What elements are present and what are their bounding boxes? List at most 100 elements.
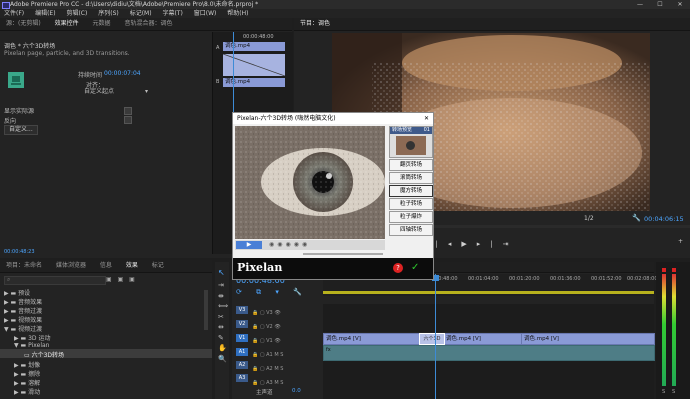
wrench-icon[interactable]: 🔧	[632, 214, 641, 222]
timeline-tool-icons[interactable]: ⟳ ⧉ ▾ 🔧	[236, 288, 316, 297]
show-sources-checkbox[interactable]	[124, 107, 132, 115]
selection-tool-icon[interactable]: ↖	[218, 268, 225, 278]
track-toggle-icons[interactable]: 🔒 ▢ V3 👁 🔒 ▢ V2 👁 🔒 ▢ V1 👁 🔒 ▢ A1 M S 🔒 ▢ A2…	[252, 306, 322, 390]
effects-search-input[interactable]: ⌕	[4, 276, 106, 285]
close-button[interactable]: ✕	[670, 0, 690, 9]
reverse-checkbox[interactable]	[124, 116, 132, 124]
tab-effects[interactable]: 效果	[126, 262, 138, 269]
effect-controls-tabs: 源：(无剪辑) 效果控件 元数据 音轨混合器：调色	[0, 18, 292, 31]
work-area-bar[interactable]	[323, 291, 654, 294]
menu-clip[interactable]: 剪辑(C)	[66, 10, 87, 17]
meter-clip-right	[672, 268, 676, 272]
help-button[interactable]: ?	[393, 263, 403, 273]
add-button-icon[interactable]: +	[678, 238, 683, 245]
tools-panel: ↖ ⇥ ⇼ ⟺ ✂ ⇹ ✎ ✋ 🔍	[215, 262, 229, 399]
ruler-tick: 00:02:08:00	[627, 276, 658, 282]
duration-value[interactable]: 00:00:07:04	[104, 70, 141, 77]
tree-item-slide[interactable]: ▶ ▬ 滑动	[14, 387, 40, 396]
window-title: Adobe Premiere Pro CC - d:\Users\didiu\文…	[10, 1, 259, 8]
meter-solo-right[interactable]: S	[672, 389, 675, 395]
tree-item-pixelan[interactable]: ▼ ▬ Pixelan	[14, 342, 49, 349]
tab-info[interactable]: 信息	[100, 262, 112, 269]
video-clip[interactable]: 调色.mp4 [V]	[521, 333, 655, 345]
step-back-icon[interactable]: |◂	[436, 240, 462, 248]
a2-target[interactable]: A2	[236, 361, 248, 369]
audio-clip[interactable]: fx	[323, 345, 655, 361]
tool-icons[interactable]: ⇥ ⇼ ⟺ ✂ ⇹ ✎ ✋ 🔍	[218, 280, 228, 364]
maximize-button[interactable]: ☐	[650, 0, 670, 9]
tree-item-audio-effects[interactable]: ▶ ▬ 音频效果	[4, 297, 42, 306]
v1-target[interactable]: V1	[236, 334, 248, 342]
effect-button-particle-explode[interactable]: 粒子爆炸	[389, 211, 433, 223]
tree-item-video-transitions[interactable]: ▼ ▬ 视频过渡	[4, 324, 42, 333]
tab-audio-mixer[interactable]: 音轨混合器：调色	[124, 20, 172, 27]
menu-title[interactable]: 字幕(T)	[162, 10, 182, 17]
tab-markers[interactable]: 标记	[152, 262, 164, 269]
project-panel: 项目：未命名 媒体浏览器 信息 效果 标记 ⌕ ▣ ▣ ▣ ▶ ▬ 预设 ▶ ▬…	[0, 260, 212, 399]
effect-button-particle[interactable]: 粒子转场	[389, 198, 433, 210]
timeline-playhead[interactable]	[435, 274, 436, 399]
duration-label: 持续时间	[78, 72, 103, 79]
tree-item-dissolve[interactable]: ▶ ▬ 溶解	[14, 378, 40, 387]
tab-program[interactable]: 节目：调色	[300, 20, 330, 27]
tab-source[interactable]: 源：(无剪辑)	[6, 20, 41, 27]
v2-target[interactable]: V2	[236, 320, 248, 328]
tab-project[interactable]: 项目：未命名	[6, 262, 42, 269]
ruler-tick: 00:01:36:00	[550, 276, 581, 282]
tree-item-presets[interactable]: ▶ ▬ 预设	[4, 288, 30, 297]
minimize-button[interactable]: —	[630, 0, 650, 9]
tree-item-six-3d[interactable]: ▭ 六个3D转场	[24, 350, 64, 359]
transition-block[interactable]: 六个3D	[419, 333, 445, 345]
master-track-value[interactable]: 0.0	[292, 388, 301, 394]
tree-item-audio-transitions[interactable]: ▶ ▬ 音频过渡	[4, 306, 42, 315]
tab-media-browser[interactable]: 媒体浏览器	[56, 262, 86, 269]
tab-effect-controls[interactable]: 效果控件	[55, 20, 79, 27]
eye-preview	[235, 126, 385, 239]
effect-button-roll[interactable]: 滚筒转场	[389, 172, 433, 184]
title-bar: Adobe Premiere Pro CC - d:\Users\didiu\文…	[0, 0, 690, 9]
play-button[interactable]: ▶	[461, 240, 476, 248]
ec-bottom-timecode: 00:00:48:23	[4, 249, 35, 255]
transition-preview-icon[interactable]	[8, 72, 24, 88]
menu-help[interactable]: 帮助(H)	[227, 10, 248, 17]
preset-thumbnail[interactable]: 转场预览 01	[389, 126, 433, 158]
project-tabs: 项目：未命名 媒体浏览器 信息 效果 标记	[0, 260, 212, 273]
tab-metadata[interactable]: 元数据	[93, 20, 111, 27]
video-clip[interactable]: 调色.mp4 [V]	[443, 333, 523, 345]
step-forward-icon[interactable]: ▸|	[477, 240, 503, 248]
lift-icon[interactable]: ⇥	[503, 240, 519, 248]
custom-button[interactable]: 自定义...	[4, 125, 38, 135]
effect-description: Pixelan page, particle, and 3D transitio…	[4, 50, 130, 57]
tree-item-iris[interactable]: ▶ ▬ 划像	[14, 360, 40, 369]
dialog-footer: Pixelan ? ✓	[233, 258, 433, 279]
ok-button[interactable]: ✓	[411, 261, 419, 275]
timeline-panel: × 调色 ≡ 00:00:48:00 ⟳ ⧉ ▾ 🔧 00:00 00:00:1…	[232, 262, 658, 399]
preview-nav-icons[interactable]: ◉◉◉◉◉	[269, 241, 310, 248]
meter-solo-left[interactable]: S	[662, 389, 665, 395]
alignment-dropdown[interactable]: 自定义起点 ▾	[84, 88, 148, 96]
effects-filter-icons[interactable]: ▣ ▣ ▣	[106, 276, 150, 285]
dialog-title: Pixelan-六个3D转场 (嗨然电脑文化)	[237, 115, 336, 122]
menu-window[interactable]: 窗口(W)	[194, 10, 217, 17]
menu-marker[interactable]: 标记(M)	[130, 10, 152, 17]
effect-button-four-axis[interactable]: 四轴转场	[389, 224, 433, 236]
preview-play-button[interactable]: ▶	[236, 241, 262, 249]
tree-item-wipe[interactable]: ▶ ▬ 擦除	[14, 369, 40, 378]
project-scrollbar[interactable]	[204, 290, 208, 330]
program-monitor-tabs: 节目：调色	[294, 18, 690, 31]
show-actual-sources-label: 显示实际源	[4, 108, 35, 115]
tree-item-video-effects[interactable]: ▶ ▬ 视频效果	[4, 315, 42, 324]
a1-target[interactable]: A1	[236, 348, 248, 356]
v3-target[interactable]: V3	[236, 306, 248, 314]
a3-target[interactable]: A3	[236, 374, 248, 382]
dialog-close-icon[interactable]: ✕	[424, 113, 429, 124]
menu-file[interactable]: 文件(F)	[4, 10, 24, 17]
effect-button-page-turn[interactable]: 翻页转场	[389, 159, 433, 171]
app-icon	[2, 2, 10, 9]
tree-item-3d-motion[interactable]: ▶ ▬ 3D 运动	[14, 333, 50, 342]
effect-button-cube[interactable]: 魔方转场	[389, 185, 433, 197]
menu-sequence[interactable]: 序列(S)	[98, 10, 119, 17]
fit-select[interactable]: 1/2	[584, 215, 594, 222]
preview-slider[interactable]	[303, 253, 383, 255]
menu-edit[interactable]: 编辑(E)	[35, 10, 55, 17]
